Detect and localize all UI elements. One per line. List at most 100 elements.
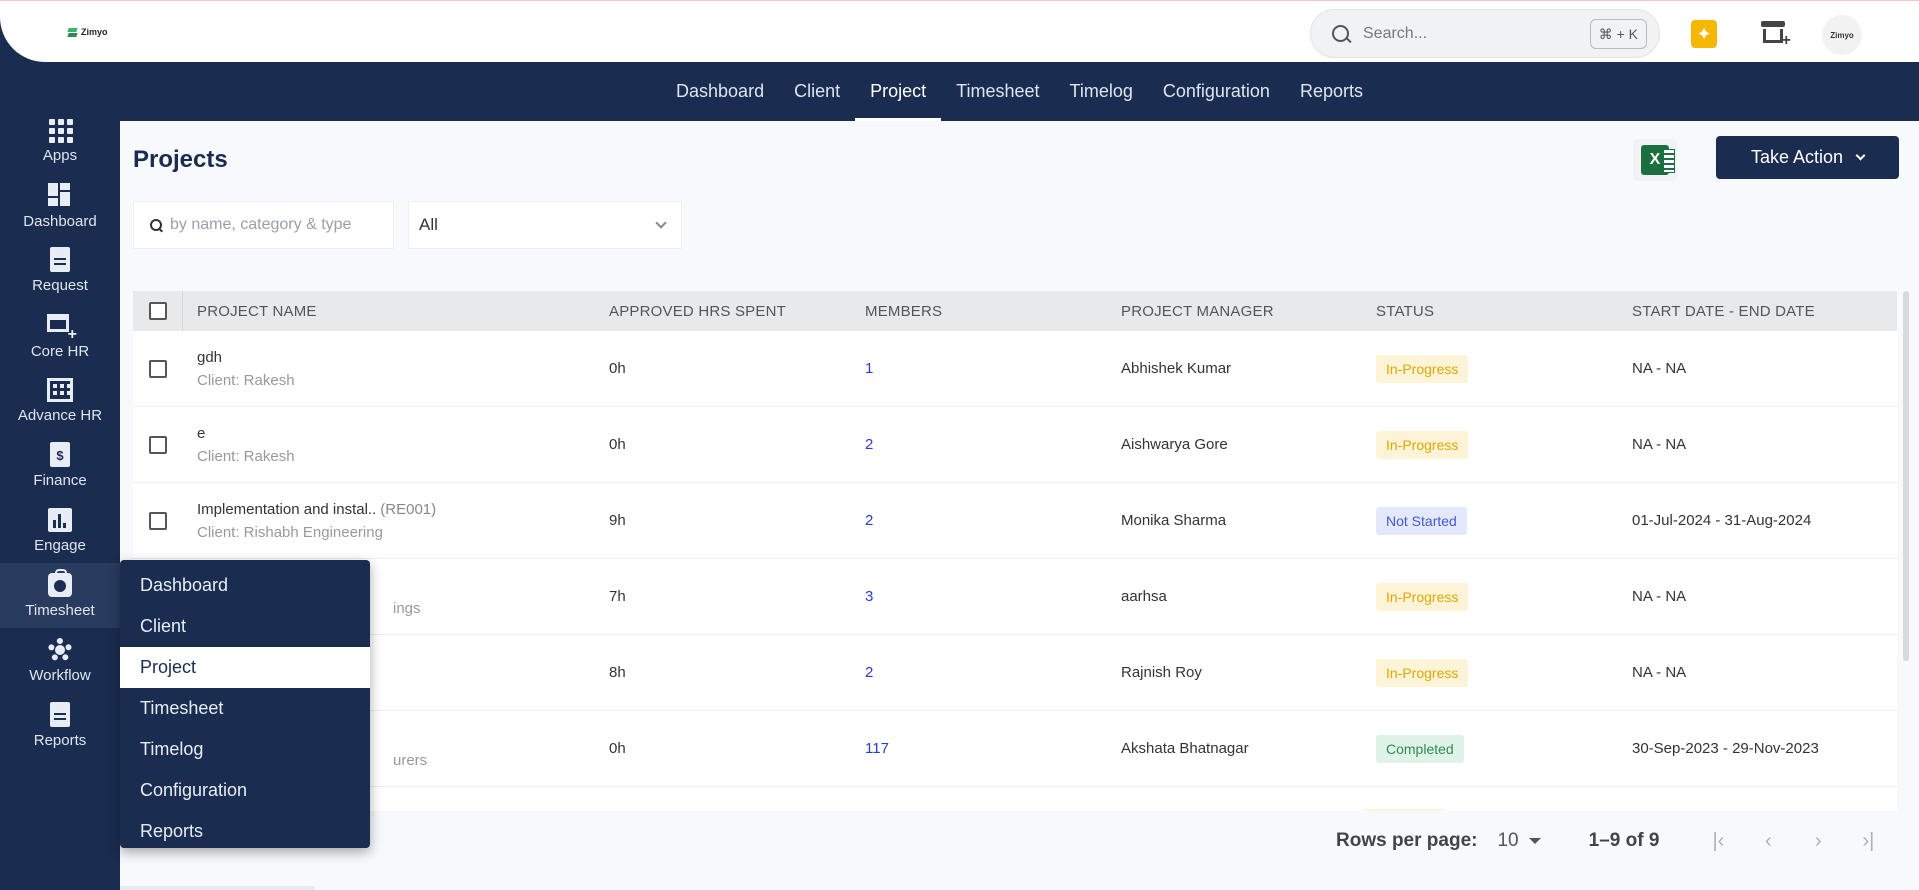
select-all-checkbox[interactable] <box>148 302 167 320</box>
flyout-item-configuration[interactable]: Configuration <box>120 770 370 811</box>
members-cell: 117 <box>865 740 1121 757</box>
header-members[interactable]: MEMBERS <box>865 303 1121 320</box>
project-dates: 01-Jul-2024 - 31-Aug-2024 <box>1632 512 1812 529</box>
sidebar-item-advance-hr[interactable]: Advance HR <box>0 368 120 433</box>
flyout-item-project[interactable]: Project <box>120 647 370 688</box>
table-row[interactable]: urers 0h 117 Akshata Bhatnagar Completed… <box>133 711 1897 787</box>
tab-timesheet[interactable]: Timesheet <box>941 62 1054 121</box>
project-dates: NA - NA <box>1632 436 1687 453</box>
chevron-down-icon <box>1855 150 1866 161</box>
header-project-manager[interactable]: PROJECT MANAGER <box>1121 303 1376 320</box>
members-count-link[interactable]: 1 <box>865 360 873 377</box>
search-icon <box>1331 24 1351 44</box>
status-badge-peek <box>1364 809 1444 811</box>
flyout-item-timesheet[interactable]: Timesheet <box>120 688 370 729</box>
user-avatar[interactable]: Zimyo <box>1822 15 1862 55</box>
project-manager: Rajnish Roy <box>1121 664 1202 681</box>
company-logo[interactable]: Zimyo <box>68 27 108 37</box>
select-all-cell <box>133 291 183 331</box>
table-row[interactable]: Implementation and instal.. (RE001) Clien… <box>133 483 1897 559</box>
members-count-link[interactable]: 117 <box>865 740 889 757</box>
tab-reports[interactable]: Reports <box>1285 62 1378 121</box>
project-manager: Monika Sharma <box>1121 512 1227 529</box>
status-cell: In-Progress <box>1376 430 1632 459</box>
last-page-icon[interactable]: ›| <box>1857 830 1879 853</box>
tab-dashboard[interactable]: Dashboard <box>661 62 779 121</box>
table-row-partial <box>133 787 1897 811</box>
header-dates[interactable]: START DATE - END DATE <box>1632 303 1897 320</box>
excel-icon: X <box>1641 145 1675 175</box>
project-name[interactable]: e <box>197 425 205 442</box>
sidebar-item-finance[interactable]: $ Finance <box>0 433 120 498</box>
table-row[interactable]: ings 7h 3 aarhsa In-Progress NA - NA <box>133 559 1897 635</box>
sidebar-item-reports[interactable]: Reports <box>0 693 120 758</box>
flyout-item-timelog[interactable]: Timelog <box>120 729 370 770</box>
first-page-icon[interactable]: |‹ <box>1707 830 1729 853</box>
rows-per-page-value: 10 <box>1497 830 1519 851</box>
flyout-item-client[interactable]: Client <box>120 606 370 647</box>
take-action-button[interactable]: Take Action <box>1716 136 1899 179</box>
next-page-icon[interactable]: › <box>1807 830 1829 853</box>
sidebar-item-core-hr[interactable]: + Core HR <box>0 303 120 368</box>
project-manager: Akshata Bhatnagar <box>1121 740 1249 757</box>
approved-hrs: 9h <box>609 512 626 529</box>
sidebar-item-workflow[interactable]: Workflow <box>0 628 120 693</box>
chart-icon <box>48 507 72 532</box>
project-search-input[interactable]: by name, category & type <box>133 201 394 249</box>
flyout-item-reports[interactable]: Reports <box>120 811 370 852</box>
header-status[interactable]: STATUS <box>1376 303 1632 320</box>
store-add-icon[interactable]: + <box>1761 21 1791 49</box>
project-name[interactable]: Implementation and instal.. <box>197 501 376 518</box>
row-checkbox[interactable] <box>149 511 167 530</box>
sparkle-ai-icon[interactable]: ✦ <box>1691 20 1717 48</box>
members-count-link[interactable]: 2 <box>865 512 873 529</box>
status-filter-select[interactable]: All <box>408 201 682 249</box>
table-row[interactable]: gdh Client: Rakesh 0h 1 Abhishek Kumar I… <box>133 331 1897 407</box>
pagination-range: 1–9 of 9 <box>1588 830 1660 851</box>
header-approved-hrs[interactable]: APPROVED HRS SPENT <box>609 303 865 320</box>
project-name[interactable]: gdh <box>197 349 222 366</box>
members-count-link[interactable]: 3 <box>865 588 873 605</box>
members-count-link[interactable]: 2 <box>865 664 873 681</box>
pagination-nav: |‹ ‹ › ›| <box>1707 830 1879 853</box>
document-icon <box>50 247 70 272</box>
sidebar-item-dashboard[interactable]: Dashboard <box>0 173 120 238</box>
tab-timelog[interactable]: Timelog <box>1055 62 1148 121</box>
sidebar-item-timesheet[interactable]: Timesheet <box>0 563 120 628</box>
rows-per-page-select[interactable]: 10 <box>1497 830 1541 852</box>
members-count-link[interactable]: 2 <box>865 436 873 453</box>
previous-page-icon[interactable]: ‹ <box>1757 830 1779 853</box>
table-scrollbar[interactable] <box>1903 291 1909 661</box>
sidebar-item-engage[interactable]: Engage <box>0 498 120 563</box>
row-checkbox[interactable] <box>149 359 167 378</box>
page-title: Projects <box>133 146 228 173</box>
store-roof-shape <box>1761 21 1785 27</box>
project-dates: NA - NA <box>1632 588 1687 605</box>
tab-client[interactable]: Client <box>779 62 855 121</box>
sidebar-item-label: Finance <box>33 472 87 489</box>
horizontal-scrollbar[interactable] <box>120 886 315 890</box>
sidebar-item-apps[interactable]: Apps <box>0 108 120 173</box>
sidebar-item-request[interactable]: Request <box>0 238 120 303</box>
tab-project[interactable]: Project <box>855 62 942 121</box>
rows-per-page-label: Rows per page: <box>1336 830 1478 851</box>
members-cell: 1 <box>865 360 1121 377</box>
members-cell: 2 <box>865 436 1121 453</box>
tab-configuration[interactable]: Configuration <box>1148 62 1285 121</box>
table-row[interactable]: 8h 2 Rajnish Roy In-Progress NA - NA <box>133 635 1897 711</box>
take-action-label: Take Action <box>1750 147 1844 167</box>
header-project-name[interactable]: PROJECT NAME <box>183 303 609 320</box>
project-dates: NA - NA <box>1632 664 1687 681</box>
sidebar-item-label: Engage <box>34 536 86 554</box>
apps-grid-icon <box>48 118 73 143</box>
export-excel-button[interactable]: X <box>1633 139 1677 181</box>
status-badge: Not Started <box>1376 506 1467 535</box>
approved-hrs: 7h <box>609 588 626 605</box>
row-checkbox[interactable] <box>149 435 167 454</box>
zimyo-logo-icon <box>68 28 77 37</box>
flyout-item-dashboard[interactable]: Dashboard <box>120 565 370 606</box>
project-name-cell: e Client: Rakesh <box>183 425 609 465</box>
global-search-input[interactable]: Search... ⌘ + K <box>1310 9 1660 58</box>
sidebar-item-label: Core HR <box>30 342 90 360</box>
table-row[interactable]: e Client: Rakesh 0h 2 Aishwarya Gore In-… <box>133 407 1897 483</box>
